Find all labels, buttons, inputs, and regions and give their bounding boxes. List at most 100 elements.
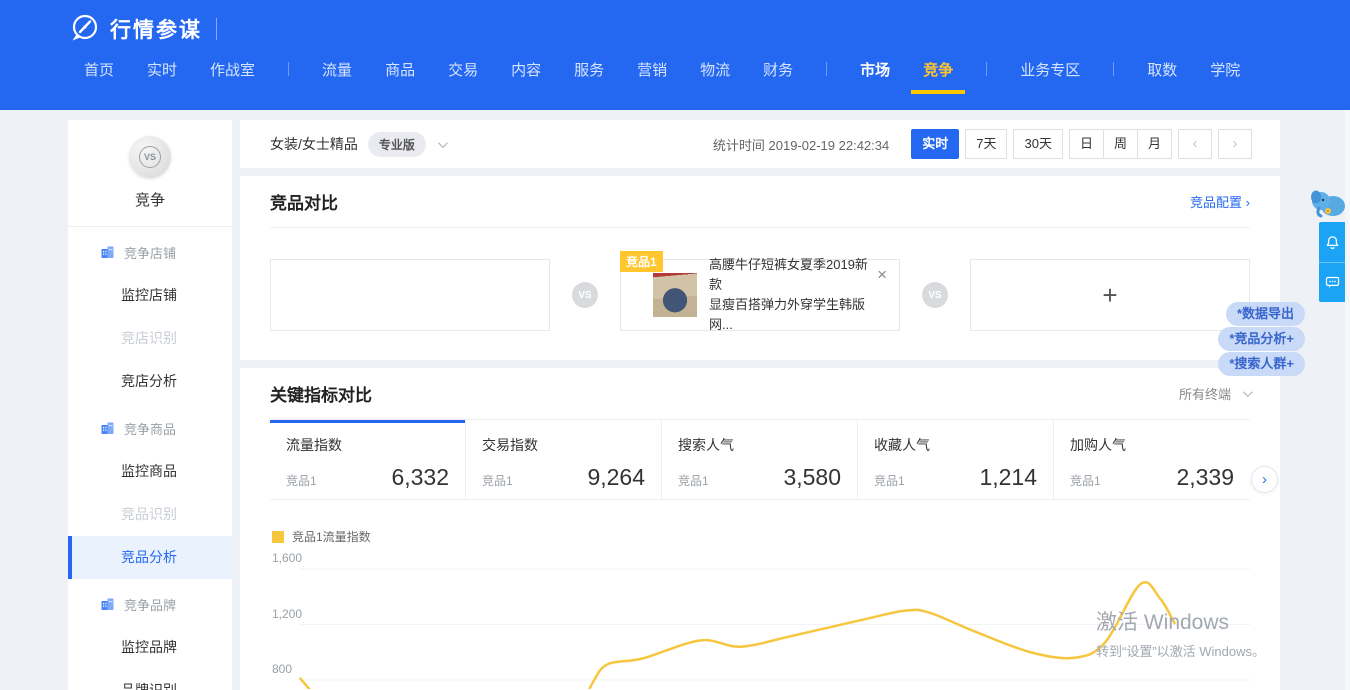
nav-academy[interactable]: 学院: [1210, 59, 1240, 94]
nav-service[interactable]: 服务: [574, 59, 604, 94]
nav-divider: [986, 62, 987, 76]
pill-search-audience[interactable]: *搜索人群+: [1218, 352, 1305, 376]
feedback-chat-button[interactable]: [1319, 262, 1346, 302]
legend-label: 竞品1流量指数: [292, 528, 371, 545]
nav-content[interactable]: 内容: [511, 59, 541, 94]
nav-logistics[interactable]: 物流: [700, 59, 730, 94]
chat-icon: [1324, 274, 1341, 291]
nav-finance[interactable]: 财务: [763, 59, 793, 94]
metric-value: 1,214: [979, 464, 1037, 491]
terminal-filter-label: 所有终端: [1179, 384, 1231, 403]
notification-bell-button[interactable]: [1319, 222, 1346, 262]
btn-30days[interactable]: 30天: [1013, 129, 1062, 159]
metrics-title: 关键指标对比: [270, 381, 372, 406]
sidebar-item-shop-analysis[interactable]: 竞店分析: [68, 360, 232, 403]
sidebar-item-brand-identify[interactable]: 品牌识别: [68, 669, 232, 690]
nav-trade[interactable]: 交易: [448, 59, 478, 94]
sidebar-item-monitor-shops[interactable]: 监控店铺: [68, 274, 232, 317]
sidebar-group-competitor-shops: 竞争店铺: [68, 231, 232, 274]
nav-traffic[interactable]: 流量: [322, 59, 352, 94]
realtime-button[interactable]: 实时: [911, 129, 959, 159]
nav-marketing[interactable]: 营销: [637, 59, 667, 94]
vs-badge: VS: [922, 282, 948, 308]
nav-market[interactable]: 市场: [860, 59, 890, 94]
compass-logo-icon: [68, 13, 100, 45]
prev-period-button[interactable]: ‹: [1178, 129, 1212, 159]
nav-home[interactable]: 首页: [84, 59, 114, 94]
group-label: 竞争店铺: [124, 243, 176, 262]
page: 行情参谋 首页 实时 作战室 流量 商品 交易 内容 服务 营销 物流 财务 市…: [0, 0, 1350, 690]
sidebar: VS 竞争 竞争店铺 监控店铺 竞店识别 竞店分析: [68, 120, 232, 690]
top-header: 行情参谋 首页 实时 作战室 流量 商品 交易 内容 服务 营销 物流 财务 市…: [0, 0, 1350, 110]
main-nav: 首页 实时 作战室 流量 商品 交易 内容 服务 营销 物流 财务 市场 竞争 …: [0, 46, 1350, 94]
building-icon: [100, 421, 115, 436]
metric-card-favorite-popularity[interactable]: 收藏人气 竞品1 1,214: [858, 420, 1054, 499]
btn-day[interactable]: 日: [1069, 129, 1104, 159]
group-label: 竞争商品: [124, 419, 176, 438]
building-icon: [100, 245, 115, 260]
chevron-down-icon: [1243, 387, 1253, 397]
nav-war-room[interactable]: 作战室: [210, 59, 255, 94]
metric-card-traffic-index[interactable]: 流量指数 竞品1 6,332: [270, 420, 466, 499]
quick-action-pills: *数据导出 *竞品分析+ *搜索人群+: [1218, 302, 1305, 377]
metrics-next-button[interactable]: ›: [1251, 466, 1278, 493]
group-label: 竞争品牌: [124, 595, 176, 614]
bell-icon: [1324, 234, 1341, 251]
sidebar-item-monitor-brands[interactable]: 监控品牌: [68, 626, 232, 669]
metric-card-trade-index[interactable]: 交易指数 竞品1 9,264: [466, 420, 662, 499]
vs-icon: VS: [139, 146, 161, 168]
category-dropdown[interactable]: 女装/女士精品 专业版: [270, 132, 445, 157]
building-icon: [100, 597, 115, 612]
product-card[interactable]: 竞品1 高腰牛仔短裤女夏季2019新款 显瘦百搭弹力外穿学生韩版网... ×: [620, 259, 900, 331]
floating-toolbar: [1319, 222, 1346, 302]
remove-product-button[interactable]: ×: [877, 266, 887, 283]
metric-card-cart-popularity[interactable]: 加购人气 竞品1 2,339: [1054, 420, 1250, 499]
pill-data-export[interactable]: *数据导出: [1226, 302, 1305, 326]
nav-competition[interactable]: 竞争: [923, 59, 953, 94]
terminal-filter-dropdown[interactable]: 所有终端: [1179, 384, 1250, 403]
sidebar-item-monitor-products[interactable]: 监控商品: [68, 450, 232, 493]
btn-month[interactable]: 月: [1137, 129, 1172, 159]
chevron-down-icon: [438, 138, 448, 148]
category-label: 女装/女士精品: [270, 134, 358, 154]
compare-title: 竞品对比: [270, 189, 338, 214]
nav-divider: [288, 62, 289, 76]
pill-competitor-analysis[interactable]: *竞品分析+: [1218, 327, 1305, 351]
watermark-line1: 激活 Windows: [1096, 606, 1265, 636]
competitor-config-link[interactable]: 竞品配置 ›: [1190, 192, 1250, 211]
competitor-tag: 竞品1: [620, 251, 663, 272]
metric-value: 6,332: [391, 464, 449, 491]
windows-activation-watermark: 激活 Windows 转到“设置”以激活 Windows。: [1096, 606, 1265, 660]
sidebar-group-competitor-products: 竞争商品: [68, 407, 232, 450]
sidebar-module-header: VS 竞争: [68, 120, 232, 227]
app-title: 行情参谋: [110, 14, 202, 44]
compare-slot-empty[interactable]: [270, 259, 550, 331]
metric-card-search-popularity[interactable]: 搜索人气 竞品1 3,580: [662, 420, 858, 499]
product-title: 高腰牛仔短裤女夏季2019新款 显瘦百搭弹力外穿学生韩版网...: [709, 255, 873, 335]
logo-row: 行情参谋: [0, 0, 1350, 44]
vs-badge: VS: [572, 282, 598, 308]
sidebar-group-competitor-brands: 竞争品牌: [68, 583, 232, 626]
sidebar-item-product-identify[interactable]: 竞品识别: [68, 493, 232, 536]
nav-products[interactable]: 商品: [385, 59, 415, 94]
plus-icon: +: [1102, 280, 1117, 311]
add-competitor-card[interactable]: +: [970, 259, 1250, 331]
mascot-elephant-icon[interactable]: [1308, 182, 1348, 227]
sidebar-item-product-analysis[interactable]: 竞品分析: [68, 536, 232, 579]
metric-cards-row: 流量指数 竞品1 6,332 交易指数 竞品1 9,264 搜索人气: [270, 420, 1250, 500]
product-image: [653, 273, 697, 317]
module-label: 竞争: [68, 189, 232, 210]
sidebar-divider: [68, 226, 232, 227]
scrollbar[interactable]: [1345, 110, 1350, 690]
metric-value: 2,339: [1176, 464, 1234, 491]
filter-bar: 女装/女士精品 专业版 统计时间 2019-02-19 22:42:34 实时 …: [240, 120, 1280, 168]
sidebar-item-shop-identify[interactable]: 竞店识别: [68, 317, 232, 360]
btn-7days[interactable]: 7天: [965, 129, 1007, 159]
metric-value: 9,264: [587, 464, 645, 491]
nav-realtime[interactable]: 实时: [147, 59, 177, 94]
btn-week[interactable]: 周: [1103, 129, 1138, 159]
nav-data-extract[interactable]: 取数: [1147, 59, 1177, 94]
competitor-compare-section: 竞品对比 竞品配置 › VS 竞品1 高腰牛仔短裤女夏季2019新款 显瘦百搭弹…: [240, 176, 1280, 360]
next-period-button[interactable]: ›: [1218, 129, 1252, 159]
nav-business-zone[interactable]: 业务专区: [1020, 59, 1080, 94]
